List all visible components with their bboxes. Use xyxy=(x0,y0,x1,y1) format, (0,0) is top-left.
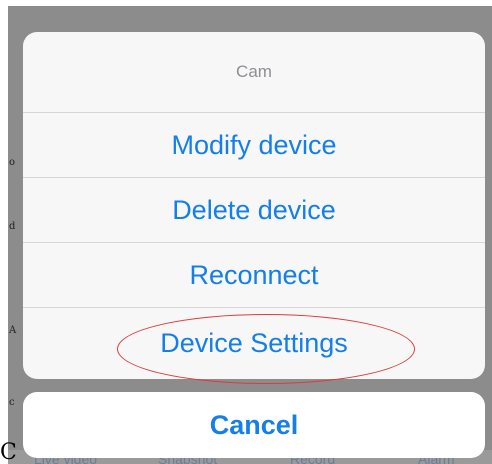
background-text-fragment: c xyxy=(9,397,15,408)
action-sheet: Cam Modify device Delete device Reconnec… xyxy=(23,32,485,379)
action-sheet-title: Cam xyxy=(23,32,485,113)
background-text-fragment: o xyxy=(9,157,16,168)
delete-device-button[interactable]: Delete device xyxy=(23,178,485,243)
background-text-fragment: d xyxy=(9,221,16,232)
modify-device-button[interactable]: Modify device xyxy=(23,113,485,178)
screen: o d A c Live video Snapshot Record Alarm… xyxy=(0,0,492,464)
device-settings-button[interactable]: Device Settings xyxy=(23,308,485,379)
background-corner-glyph: C xyxy=(0,440,17,464)
cancel-button[interactable]: Cancel xyxy=(23,392,485,458)
reconnect-button[interactable]: Reconnect xyxy=(23,243,485,308)
background-text-fragment: A xyxy=(9,325,17,336)
